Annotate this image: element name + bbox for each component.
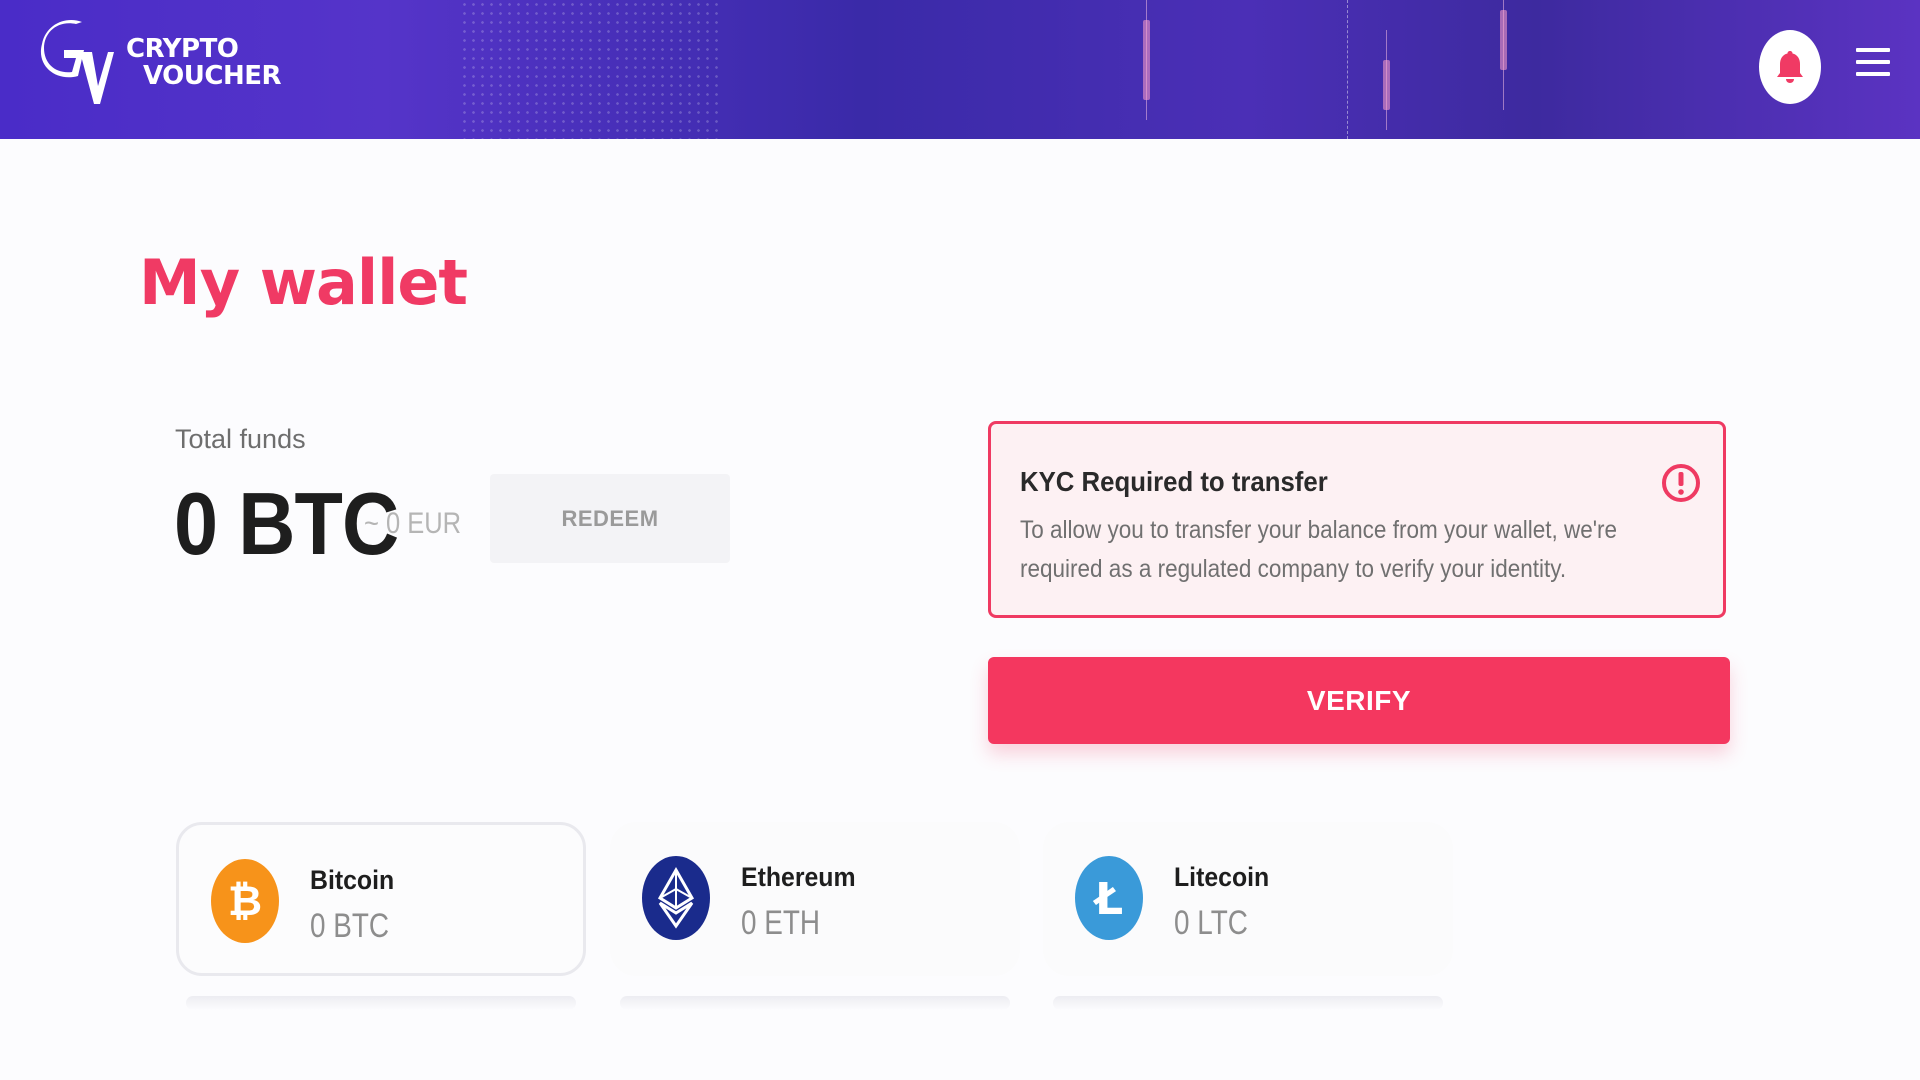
- brand-line-2: VOUCHER: [143, 61, 282, 91]
- svg-text:Ł: Ł: [1093, 874, 1123, 925]
- ethereum-icon: [642, 856, 710, 940]
- bell-icon: [1777, 51, 1803, 83]
- next-row-card-edge: [186, 996, 576, 1010]
- redeem-button[interactable]: REDEEM: [490, 474, 730, 563]
- total-funds-label: Total funds: [175, 424, 306, 454]
- brand-wordmark: CRYPTO VOUCHER: [126, 34, 282, 91]
- total-funds-eur: ~ 0 EUR: [364, 507, 462, 540]
- hamburger-menu-icon[interactable]: [1856, 48, 1890, 78]
- top-header: CRYPTO VOUCHER: [0, 0, 1920, 139]
- alert-circle-icon: [1662, 464, 1700, 502]
- svg-text:₿: ₿: [228, 876, 262, 925]
- kyc-description: To allow you to transfer your balance fr…: [1020, 516, 1618, 583]
- kyc-title: KYC Required to transfer: [1020, 466, 1328, 497]
- coin-name: Ethereum: [741, 862, 856, 892]
- litecoin-icon: Ł: [1075, 856, 1143, 940]
- header-decoration-grid: [460, 0, 720, 139]
- header-decoration-line: [1347, 0, 1348, 139]
- verify-button[interactable]: VERIFY: [988, 657, 1730, 744]
- header-decoration-candle: [1143, 20, 1150, 100]
- header-decoration-candle: [1383, 60, 1390, 110]
- cv-logo-icon: [40, 20, 114, 104]
- kyc-notice: KYC Required to transfer To allow you to…: [988, 421, 1726, 618]
- coin-balance: 0 BTC: [310, 907, 390, 945]
- coin-balance: 0 ETH: [741, 904, 821, 942]
- coin-card-bitcoin[interactable]: ₿ Bitcoin 0 BTC: [176, 822, 586, 976]
- coin-name: Litecoin: [1174, 862, 1270, 892]
- brand-logo[interactable]: CRYPTO VOUCHER: [40, 18, 282, 108]
- brand-line-1: CRYPTO: [126, 34, 239, 64]
- coin-balance: 0 LTC: [1174, 904, 1248, 942]
- coin-card-litecoin[interactable]: Ł Litecoin 0 LTC: [1043, 822, 1453, 976]
- menu-line: [1856, 72, 1890, 76]
- menu-line: [1856, 48, 1890, 52]
- coin-name: Bitcoin: [310, 865, 395, 895]
- menu-line: [1856, 60, 1890, 64]
- next-row-card-edge: [620, 996, 1010, 1010]
- coin-card-ethereum[interactable]: Ethereum 0 ETH: [610, 822, 1020, 976]
- bitcoin-icon: ₿: [211, 859, 279, 943]
- header-decoration-candle: [1500, 10, 1507, 70]
- next-row-card-edge: [1053, 996, 1443, 1010]
- notifications-button[interactable]: [1759, 30, 1821, 104]
- page-title: My wallet: [139, 246, 468, 319]
